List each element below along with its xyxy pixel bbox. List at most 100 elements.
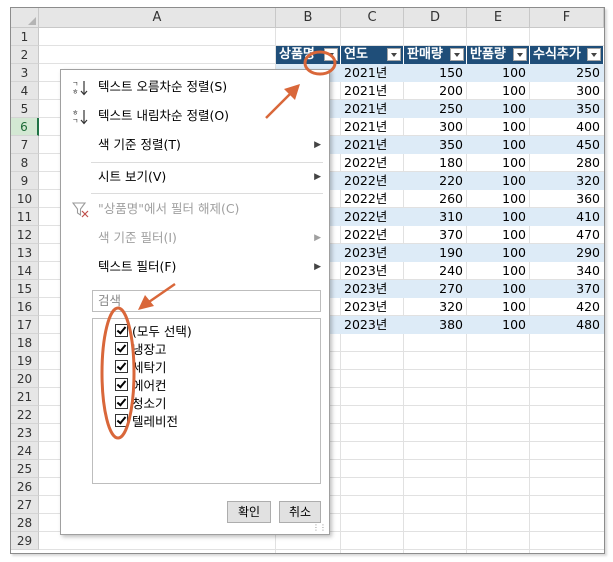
filter-dropdown-button[interactable]	[387, 48, 401, 61]
row-header-17[interactable]: 17	[11, 316, 39, 334]
table-cell-sales[interactable]: 260	[404, 190, 467, 208]
column-header-d[interactable]: D	[404, 8, 467, 28]
table-cell-sales[interactable]: 300	[404, 118, 467, 136]
table-cell-year[interactable]: 2023년	[341, 280, 404, 298]
row-header-18[interactable]: 18	[11, 334, 39, 352]
table-cell-returns[interactable]: 100	[467, 280, 530, 298]
table-cell-returns[interactable]: 100	[467, 262, 530, 280]
row-header-5[interactable]: 5	[11, 100, 39, 118]
table-cell-sales[interactable]: 320	[404, 298, 467, 316]
table-cell-returns[interactable]: 100	[467, 190, 530, 208]
row-header-21[interactable]: 21	[11, 388, 39, 406]
row-header-22[interactable]: 22	[11, 406, 39, 424]
table-cell-sales[interactable]: 250	[404, 100, 467, 118]
table-cell-sales[interactable]: 380	[404, 316, 467, 334]
table-cell-year[interactable]: 2021년	[341, 136, 404, 154]
table-cell-formula[interactable]: 300	[530, 82, 604, 100]
row-header-10[interactable]: 10	[11, 190, 39, 208]
table-cell-formula[interactable]: 480	[530, 316, 604, 334]
table-cell-returns[interactable]: 100	[467, 136, 530, 154]
sort-descending-item[interactable]: ㅎㄱ 텍스트 내림차순 정렬(O)	[61, 103, 329, 129]
row-header-29[interactable]: 29	[11, 532, 39, 550]
select-all-corner[interactable]	[11, 8, 39, 28]
table-cell-sales[interactable]: 150	[404, 64, 467, 82]
table-cell-formula[interactable]: 360	[530, 190, 604, 208]
table-cell-returns[interactable]: 100	[467, 226, 530, 244]
table-cell-returns[interactable]: 100	[467, 64, 530, 82]
row-header-26[interactable]: 26	[11, 478, 39, 496]
row-header-7[interactable]: 7	[11, 136, 39, 154]
checkbox-checked-icon[interactable]	[115, 414, 128, 427]
row-header-19[interactable]: 19	[11, 352, 39, 370]
table-cell-year[interactable]: 2022년	[341, 226, 404, 244]
column-header-e[interactable]: E	[467, 8, 530, 28]
table-cell-year[interactable]: 2023년	[341, 244, 404, 262]
table-cell-year[interactable]: 2022년	[341, 190, 404, 208]
sort-ascending-item[interactable]: ㄱㅎ 텍스트 오름차순 정렬(S)	[61, 74, 329, 100]
checkbox-checked-icon[interactable]	[115, 324, 128, 337]
ok-button[interactable]: 확인	[227, 501, 271, 523]
table-cell-formula[interactable]: 450	[530, 136, 604, 154]
sort-by-color-item[interactable]: 색 기준 정렬(T) ▶	[61, 132, 329, 158]
column-header-a[interactable]: A	[39, 8, 276, 28]
filter-checkbox-item[interactable]: 텔레비전	[115, 413, 178, 431]
table-cell-returns[interactable]: 100	[467, 82, 530, 100]
table-cell-returns[interactable]: 100	[467, 244, 530, 262]
search-input[interactable]: 검색	[92, 290, 321, 312]
resize-grip-icon[interactable]: ⋮⋮	[312, 523, 327, 532]
row-header-9[interactable]: 9	[11, 172, 39, 190]
checkbox-checked-icon[interactable]	[115, 360, 128, 373]
table-cell-sales[interactable]: 190	[404, 244, 467, 262]
table-cell-year[interactable]: 2021년	[341, 118, 404, 136]
table-cell-formula[interactable]: 280	[530, 154, 604, 172]
row-header-24[interactable]: 24	[11, 442, 39, 460]
column-header-b[interactable]: B	[276, 8, 341, 28]
table-cell-sales[interactable]: 270	[404, 280, 467, 298]
filter-dropdown-button[interactable]	[450, 48, 464, 61]
table-cell-formula[interactable]: 420	[530, 298, 604, 316]
table-cell-formula[interactable]: 410	[530, 208, 604, 226]
table-cell-returns[interactable]: 100	[467, 172, 530, 190]
filter-value-list[interactable]: (모두 선택) 냉장고 세탁기 에어컨 청소기 텔레비전	[92, 318, 321, 484]
row-header-3[interactable]: 3	[11, 64, 39, 82]
table-cell-sales[interactable]: 350	[404, 136, 467, 154]
row-header-15[interactable]: 15	[11, 280, 39, 298]
filter-checkbox-item[interactable]: 세탁기	[115, 359, 167, 377]
checkbox-checked-icon[interactable]	[115, 342, 128, 355]
row-header-6[interactable]: 6	[11, 118, 39, 136]
table-cell-formula[interactable]: 340	[530, 262, 604, 280]
row-header-1[interactable]: 1	[11, 28, 39, 46]
table-cell-year[interactable]: 2023년	[341, 262, 404, 280]
table-cell-sales[interactable]: 200	[404, 82, 467, 100]
table-cell-sales[interactable]: 220	[404, 172, 467, 190]
filter-checkbox-item[interactable]: (모두 선택)	[115, 323, 192, 341]
table-cell-formula[interactable]: 370	[530, 280, 604, 298]
table-cell-year[interactable]: 2023년	[341, 316, 404, 334]
row-header-4[interactable]: 4	[11, 82, 39, 100]
table-cell-year[interactable]: 2021년	[341, 100, 404, 118]
row-header-13[interactable]: 13	[11, 244, 39, 262]
table-cell-returns[interactable]: 100	[467, 100, 530, 118]
row-header-8[interactable]: 8	[11, 154, 39, 172]
column-header-c[interactable]: C	[341, 8, 404, 28]
checkbox-checked-icon[interactable]	[115, 396, 128, 409]
row-header-23[interactable]: 23	[11, 424, 39, 442]
table-cell-formula[interactable]: 250	[530, 64, 604, 82]
row-header-2[interactable]: 2	[11, 46, 39, 64]
cancel-button[interactable]: 취소	[279, 501, 321, 523]
row-header-14[interactable]: 14	[11, 262, 39, 280]
table-cell-returns[interactable]: 100	[467, 208, 530, 226]
filter-checkbox-item[interactable]: 에어컨	[115, 377, 167, 395]
filter-checkbox-item[interactable]: 냉장고	[115, 341, 167, 359]
table-cell-year[interactable]: 2023년	[341, 298, 404, 316]
filter-dropdown-button[interactable]	[324, 48, 338, 61]
column-header-f[interactable]: F	[530, 8, 604, 28]
table-cell-returns[interactable]: 100	[467, 118, 530, 136]
filter-dropdown-button[interactable]	[587, 48, 601, 61]
row-header-16[interactable]: 16	[11, 298, 39, 316]
table-cell-formula[interactable]: 290	[530, 244, 604, 262]
row-header-12[interactable]: 12	[11, 226, 39, 244]
sheet-view-item[interactable]: 시트 보기(V) ▶	[61, 164, 329, 190]
table-cell-sales[interactable]: 370	[404, 226, 467, 244]
table-cell-returns[interactable]: 100	[467, 316, 530, 334]
